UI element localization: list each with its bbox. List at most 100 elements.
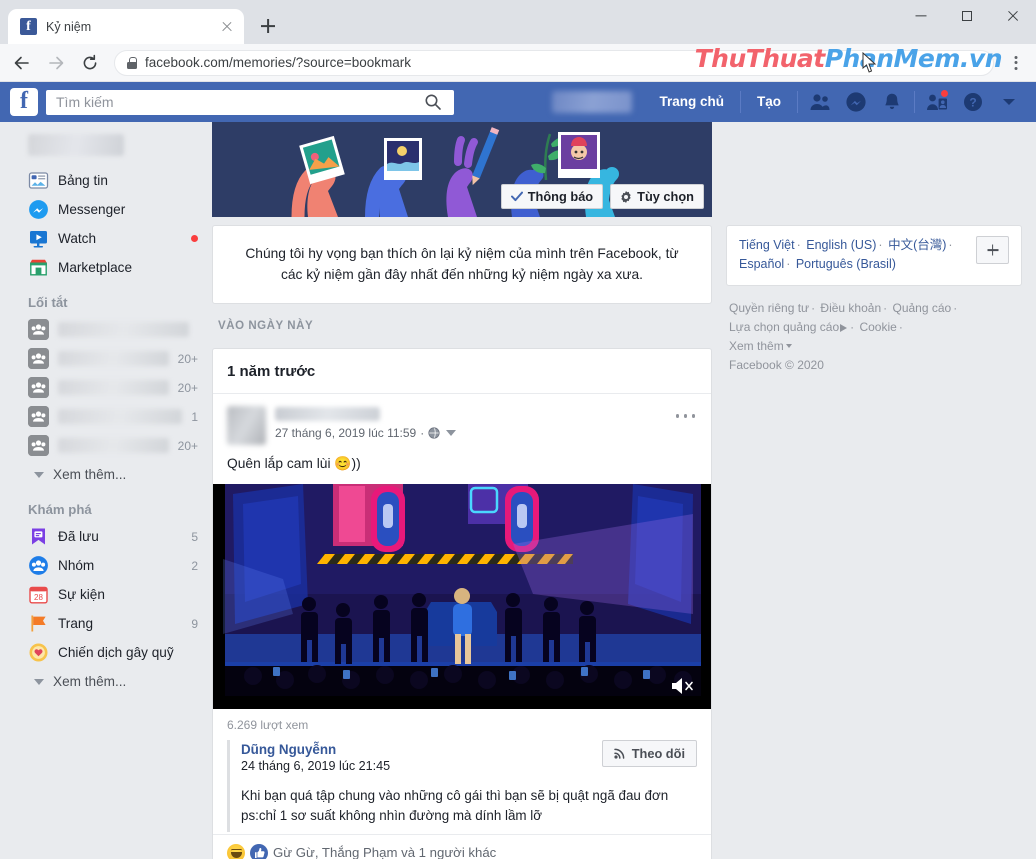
back-arrow-icon[interactable] bbox=[6, 47, 38, 79]
settings-button[interactable]: Tùy chọn bbox=[610, 184, 704, 209]
sidebar-label: Trang bbox=[58, 616, 94, 631]
explore-see-more[interactable]: Xem thêm... bbox=[0, 667, 212, 696]
window-controls bbox=[898, 0, 1036, 32]
kebab-menu-icon[interactable] bbox=[1002, 49, 1030, 77]
more-options-icon[interactable] bbox=[673, 408, 699, 424]
nav-link-home[interactable]: Trang chủ bbox=[648, 82, 735, 122]
language-link[interactable]: Español bbox=[739, 257, 784, 271]
sidebar-count: 9 bbox=[191, 616, 198, 631]
help-icon[interactable]: ? bbox=[956, 85, 990, 119]
privacy-dropdown-icon[interactable] bbox=[446, 430, 457, 437]
reload-icon[interactable] bbox=[74, 47, 106, 79]
shortcut-item[interactable] bbox=[0, 315, 212, 344]
add-language-button[interactable] bbox=[976, 236, 1009, 264]
shortcut-name-blurred bbox=[58, 322, 189, 337]
nav-divider bbox=[739, 91, 741, 113]
left-sidebar: Bảng tin Messenger Watch Marketplace Lối… bbox=[0, 122, 212, 859]
facebook-top-bar: f Trang chủ Tạo bbox=[0, 82, 1036, 122]
close-tab-icon[interactable] bbox=[218, 18, 236, 36]
sidebar-count: 2 bbox=[191, 558, 198, 573]
tab-title: Kỷ niệm bbox=[46, 19, 92, 34]
nav-link-create[interactable]: Tạo bbox=[746, 82, 792, 122]
reactions-text[interactable]: Gừ Gừ, Thắng Phạm và 1 người khác bbox=[273, 845, 496, 859]
footer-link-cookie[interactable]: Cookie bbox=[859, 320, 896, 334]
language-link[interactable]: English (US) bbox=[806, 238, 876, 252]
facebook-logo-icon[interactable]: f bbox=[10, 88, 38, 116]
separator: · bbox=[898, 319, 903, 334]
footer-see-more[interactable]: Xem thêm bbox=[729, 339, 784, 353]
messenger-icon[interactable] bbox=[839, 85, 873, 119]
sidebar-label: Watch bbox=[58, 231, 97, 246]
shortcut-count: 20+ bbox=[177, 438, 198, 453]
sidebar-item-groups[interactable]: Nhóm 2 bbox=[0, 551, 212, 580]
notifications-button[interactable]: Thông báo bbox=[500, 184, 604, 209]
chevron-down-icon bbox=[34, 471, 44, 478]
globe-icon[interactable] bbox=[428, 427, 440, 439]
group-avatar-icon bbox=[28, 348, 49, 369]
language-link[interactable]: 中文(台灣) bbox=[888, 238, 946, 252]
browser-tab[interactable]: f Kỷ niệm bbox=[8, 9, 244, 44]
haha-reaction-icon[interactable] bbox=[227, 843, 245, 859]
language-link[interactable]: Tiếng Việt bbox=[739, 238, 795, 252]
sidebar-item-messenger[interactable]: Messenger bbox=[0, 195, 212, 224]
like-reaction-icon[interactable] bbox=[250, 843, 268, 859]
separator: · bbox=[953, 300, 958, 315]
chevron-down-icon bbox=[34, 678, 44, 685]
shortcuts-see-more[interactable]: Xem thêm... bbox=[0, 460, 212, 489]
sidebar-label: Nhóm bbox=[58, 558, 95, 573]
search-box[interactable] bbox=[46, 89, 454, 115]
post-date[interactable]: 27 tháng 6, 2019 lúc 11:59 bbox=[275, 426, 416, 440]
forward-arrow-icon[interactable] bbox=[40, 47, 72, 79]
sidebar-item-events[interactable]: 28 Sự kiện bbox=[0, 580, 212, 609]
gear-icon bbox=[621, 190, 631, 203]
post-author-name-blurred[interactable] bbox=[275, 407, 380, 422]
minimize-icon[interactable] bbox=[898, 0, 944, 32]
language-link[interactable]: Português (Brasil) bbox=[796, 257, 896, 271]
sidebar-item-marketplace[interactable]: Marketplace bbox=[0, 253, 212, 282]
new-tab-button[interactable] bbox=[254, 12, 282, 40]
footer-link-advertising[interactable]: Quảng cáo bbox=[892, 301, 951, 315]
follow-button[interactable]: Theo dõi bbox=[601, 739, 697, 767]
page-content: Bảng tin Messenger Watch Marketplace Lối… bbox=[0, 122, 1036, 859]
shortcut-count: 20+ bbox=[177, 380, 198, 395]
language-list: Tiếng Việt · English (US) · 中文(台灣) · Españo… bbox=[739, 236, 966, 275]
post-text: Quên lắp cam lùi 😊)) bbox=[227, 456, 361, 472]
sidebar-item-fundraiser[interactable]: Chiến dịch gây quỹ bbox=[0, 638, 212, 667]
sidebar-label: Marketplace bbox=[58, 260, 133, 275]
dropdown-caret-icon[interactable] bbox=[992, 85, 1026, 119]
friend-requests-icon[interactable] bbox=[803, 85, 837, 119]
shortcut-item[interactable]: 20+ bbox=[0, 431, 212, 460]
watch-unread-dot bbox=[191, 235, 198, 242]
profile-name-blurred[interactable] bbox=[552, 91, 633, 113]
shared-post: Theo dõi Dũng Nguyễnn 24 tháng 6, 2019 l… bbox=[227, 739, 697, 832]
shortcut-item[interactable]: 20+ bbox=[0, 344, 212, 373]
lock-icon bbox=[127, 56, 137, 69]
sidebar-item-watch[interactable]: Watch bbox=[0, 224, 212, 253]
sidebar-item-news-feed[interactable]: Bảng tin bbox=[0, 166, 212, 195]
account-icon[interactable] bbox=[920, 85, 954, 119]
muted-speaker-icon[interactable] bbox=[669, 675, 695, 697]
sidebar-profile-blurred[interactable] bbox=[28, 134, 124, 156]
avatar[interactable] bbox=[227, 406, 266, 446]
sidebar-section-shortcuts: Lối tắt bbox=[28, 295, 68, 310]
shortcut-item[interactable]: 20+ bbox=[0, 373, 212, 402]
close-window-icon[interactable] bbox=[990, 0, 1036, 32]
footer-link-privacy[interactable]: Quyền riêng tư bbox=[729, 301, 809, 315]
reactions-row: Gừ Gừ, Thắng Phạm và 1 người khác bbox=[213, 833, 711, 859]
footer-link-ad-choices[interactable]: Lựa chọn quảng cáo bbox=[729, 320, 839, 334]
post-video[interactable] bbox=[213, 483, 711, 709]
shortcut-item[interactable]: 1 bbox=[0, 402, 212, 431]
search-icon[interactable] bbox=[420, 91, 448, 113]
address-bar-url: facebook.com/memories/?source=bookmark bbox=[145, 55, 411, 70]
chevron-down-icon bbox=[785, 344, 792, 349]
sidebar-label: Messenger bbox=[58, 202, 126, 217]
footer-link-terms[interactable]: Điều khoản bbox=[820, 301, 881, 315]
sidebar-item-pages[interactable]: Trang 9 bbox=[0, 609, 212, 638]
post-author-info: 27 tháng 6, 2019 lúc 11:59 · bbox=[275, 406, 697, 440]
follow-button-label: Theo dõi bbox=[631, 745, 685, 761]
search-input[interactable] bbox=[56, 94, 420, 110]
maximize-icon[interactable] bbox=[944, 0, 990, 32]
sidebar-item-saved[interactable]: Đã lưu 5 bbox=[0, 522, 212, 551]
memories-intro-text: Chúng tôi hy vọng bạn thích ôn lại kỷ ni… bbox=[245, 246, 679, 282]
notifications-bell-icon[interactable] bbox=[875, 85, 909, 119]
